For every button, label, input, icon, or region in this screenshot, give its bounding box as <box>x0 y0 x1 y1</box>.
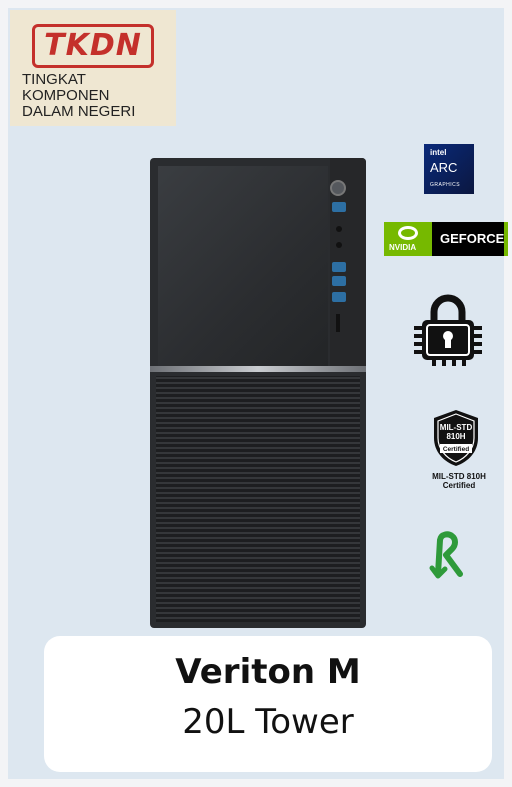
mil-shield-line-2: 810H <box>446 432 465 441</box>
tower-front-panel <box>158 166 328 366</box>
mil-shield-line-3: Certified <box>443 446 469 453</box>
nvidia-eye-icon <box>398 226 418 240</box>
mil-std-shield-icon: MIL-STD 810H Certified <box>434 410 478 466</box>
lock-chip-icon <box>414 294 482 366</box>
audio-jack-icon <box>336 242 342 248</box>
usb-port-icon <box>332 202 346 212</box>
nvidia-geforce-badge: NVIDIA GEFORCE <box>384 222 508 256</box>
product-name: Veriton M <box>175 652 361 692</box>
tower-pc-image <box>150 158 366 628</box>
card-slot-icon <box>336 314 340 332</box>
geforce-label: GEFORCE <box>440 231 505 246</box>
intel-brand: intel <box>430 148 447 157</box>
power-button-icon <box>330 180 346 196</box>
intel-arc-sub: GRAPHICS <box>430 182 461 188</box>
recycle-arrow-icon <box>429 531 463 579</box>
usb-port-icon <box>332 262 346 272</box>
nvidia-logo: NVIDIA <box>384 222 432 256</box>
nvidia-accent-bar <box>504 222 508 256</box>
intel-arc-name: ARC <box>430 160 458 175</box>
nvidia-brand: NVIDIA <box>389 243 417 252</box>
mil-caption-line-1: MIL-STD 810H <box>432 472 486 481</box>
usb-port-icon <box>332 276 346 286</box>
intel-arc-badge: intel ARC GRAPHICS <box>424 144 474 194</box>
audio-jack-icon <box>336 226 342 232</box>
tkdn-badge: TKDN TINGKAT KOMPONEN DALAM NEGERI <box>10 10 176 126</box>
tkdn-logo: TKDN <box>32 24 154 68</box>
tower-chrome-stripe <box>150 366 366 372</box>
tkdn-line-1: TINGKAT <box>22 71 86 88</box>
tower-vent-grille <box>156 376 360 622</box>
mil-caption-line-2: Certified <box>442 481 476 490</box>
product-title-card: Veriton M 20L Tower <box>44 636 492 772</box>
mil-std-caption: MIL-STD 810H Certified <box>414 472 504 490</box>
mil-shield-line-1: MIL-STD <box>440 423 473 432</box>
product-form-factor: 20L Tower <box>182 702 354 742</box>
usb-port-icon <box>332 292 346 302</box>
tkdn-line-3: DALAM NEGERI <box>22 103 136 120</box>
tkdn-line-2: KOMPONEN <box>22 87 110 104</box>
